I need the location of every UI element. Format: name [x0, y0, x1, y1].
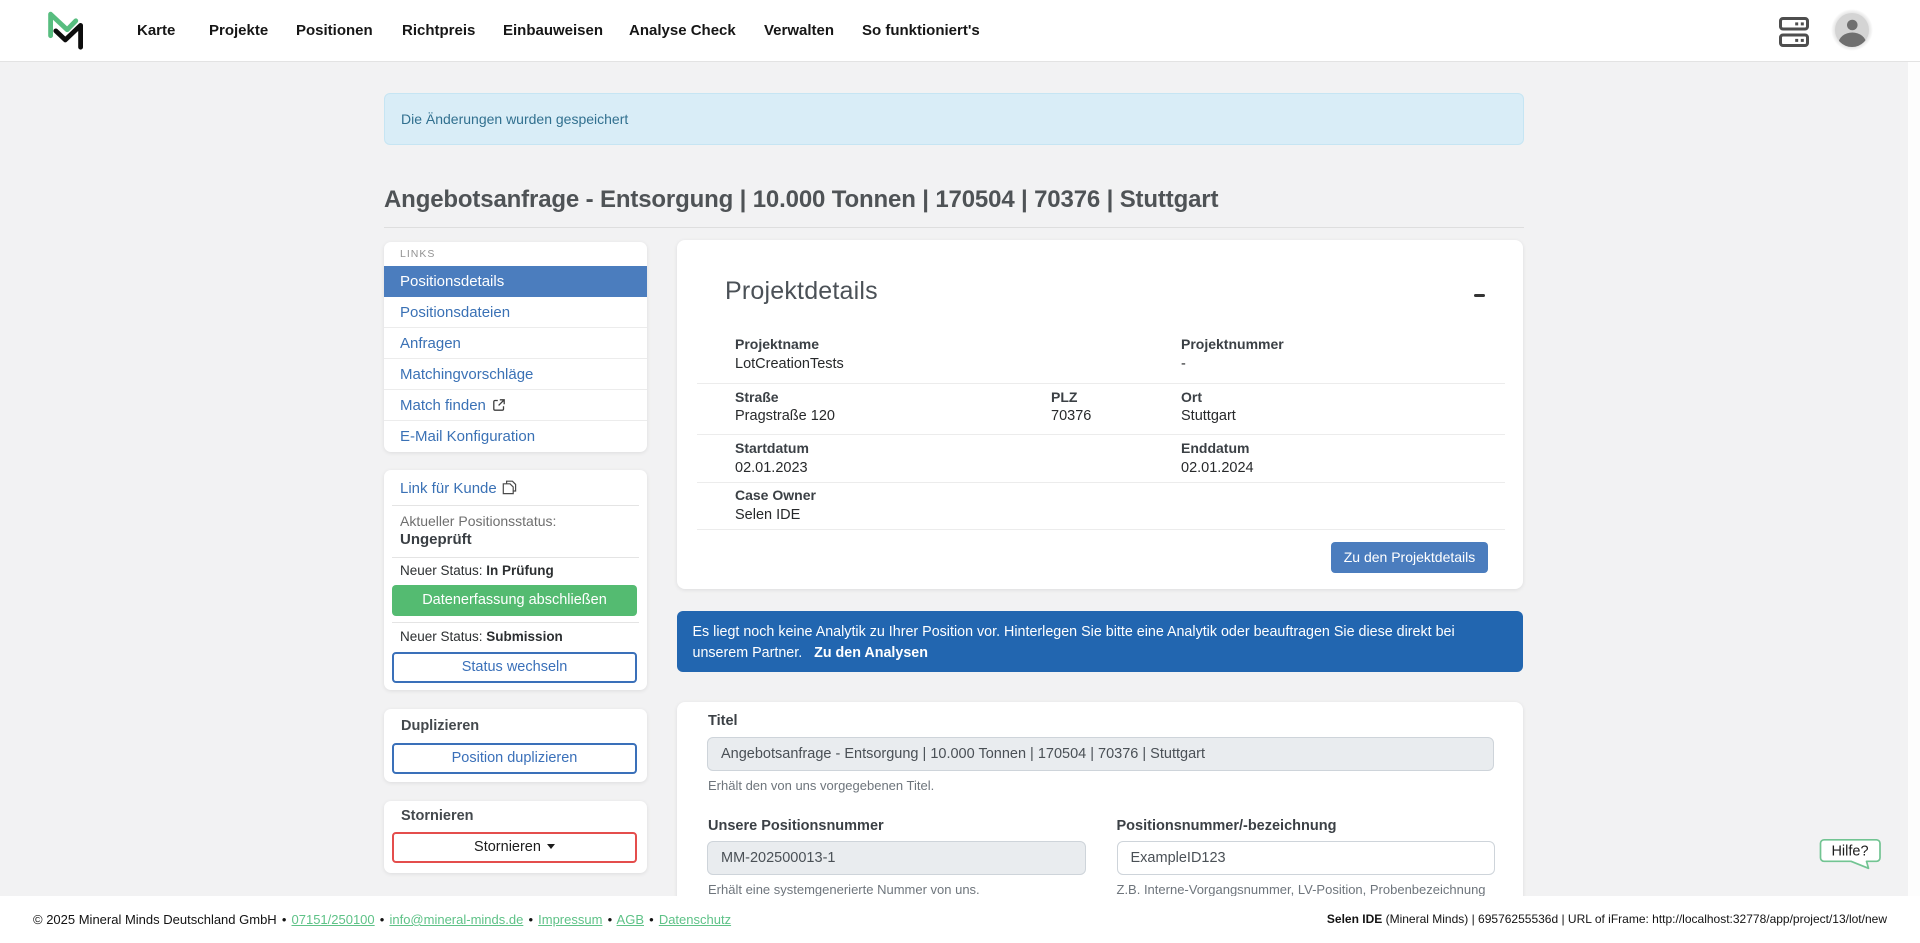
svg-text:Hilfe?: Hilfe? — [1831, 844, 1868, 860]
